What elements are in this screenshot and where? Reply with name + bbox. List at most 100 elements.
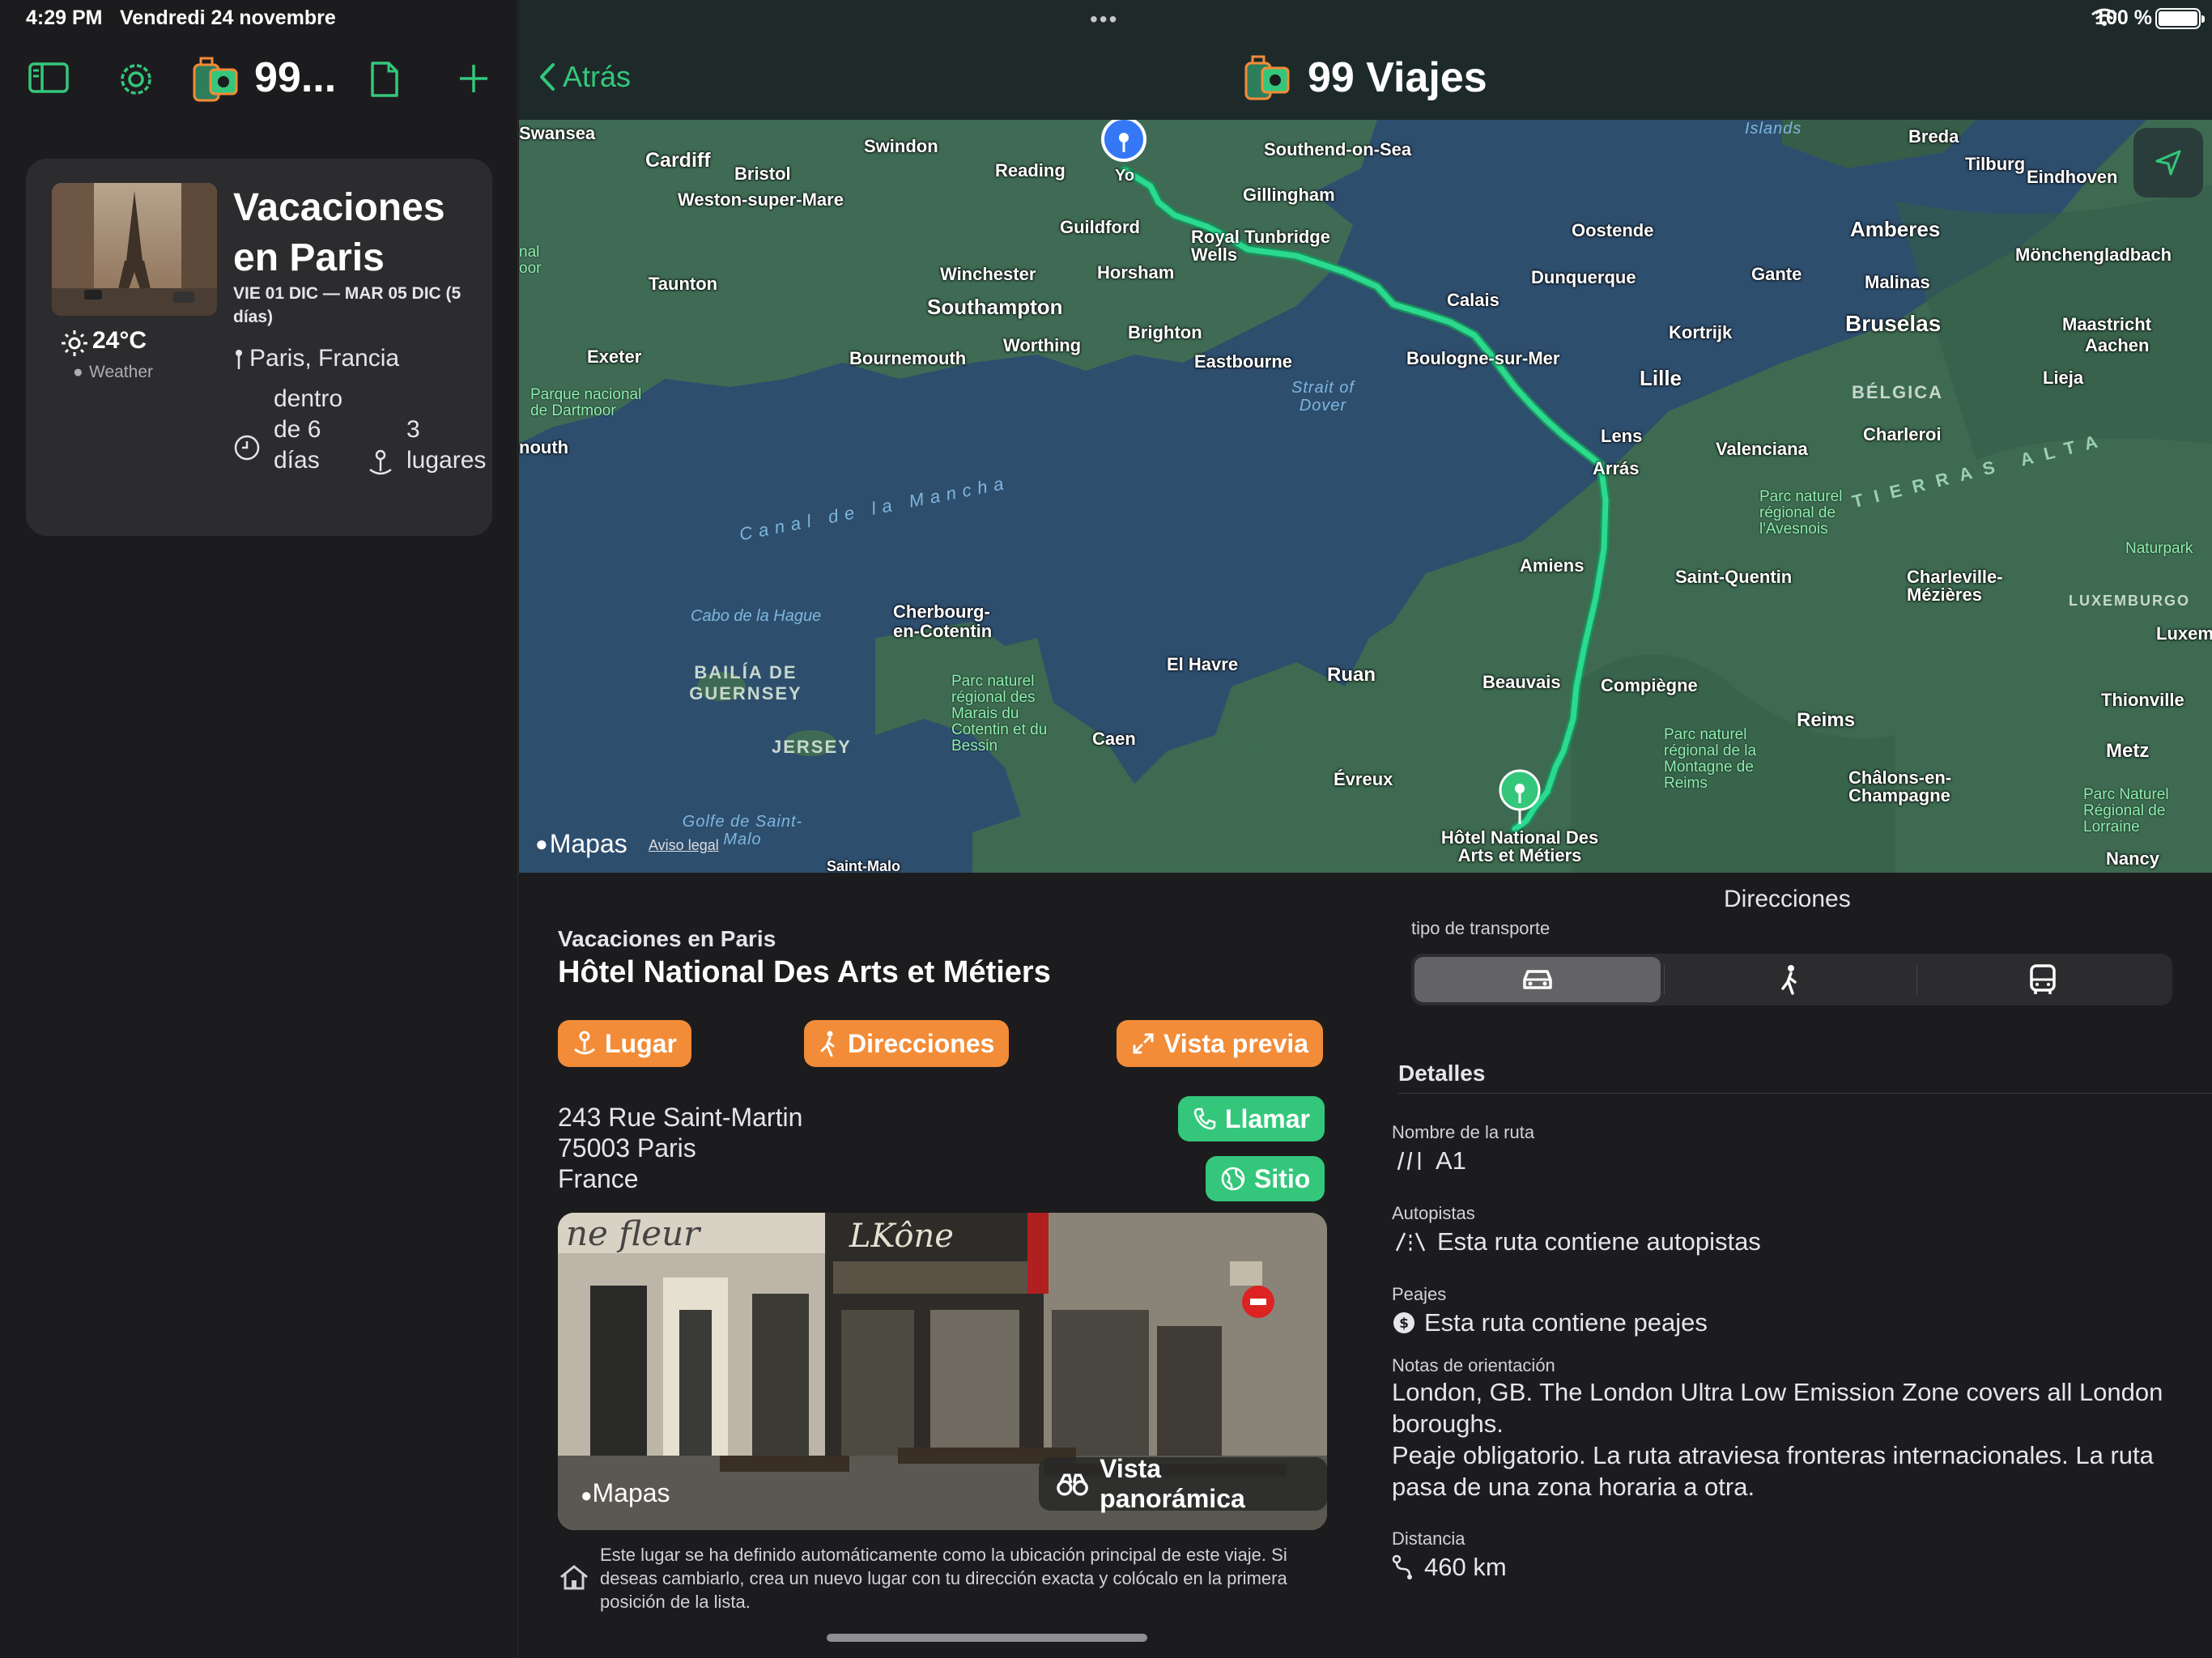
- map-city-label: Évreux: [1334, 769, 1393, 789]
- map-city-label: Cardiff: [645, 149, 711, 172]
- multitasking-dots[interactable]: •••: [1090, 6, 1118, 32]
- map-city-label: Swansea: [519, 123, 596, 143]
- place-button-label: Lugar: [605, 1028, 677, 1058]
- map-city-label: Charleroi: [1863, 424, 1942, 444]
- map-city-label: Southampton: [927, 295, 1063, 319]
- map-city-label: Kortrijk: [1669, 322, 1733, 342]
- highways-label: Autopistas: [1392, 1203, 1475, 1223]
- globe-icon: [1221, 1167, 1245, 1191]
- document-icon[interactable]: [366, 60, 408, 99]
- map-city-label: Ruan: [1327, 664, 1376, 686]
- route-map[interactable]: Swansea Cardiff Bristol Swindon Weston-s…: [519, 120, 2212, 873]
- map-start-pin-label[interactable]: Yo: [1115, 167, 1134, 185]
- map-park-label: Parque nacional de Dartmoor: [530, 386, 642, 419]
- transport-walk-segment[interactable]: [1667, 957, 1913, 1002]
- trip-location: Paris, Francia: [249, 345, 400, 372]
- weather-source: Weather: [89, 363, 153, 381]
- address-line-1: 243 Rue Saint-Martin: [558, 1103, 803, 1132]
- map-city-label: Compiègne: [1601, 675, 1698, 695]
- road-icon: [1397, 1151, 1421, 1171]
- map-park-label: Naturpark: [2125, 540, 2193, 557]
- sidebar: 4:29 PM Vendredi 24 novembre 99... Vacac…: [0, 0, 518, 1658]
- call-button[interactable]: Llamar: [1178, 1096, 1325, 1141]
- map-city-label: Mönchengladbach: [2015, 244, 2172, 265]
- highways-value: Esta ruta contiene autopistas: [1437, 1227, 1761, 1256]
- map-park-label: Parc Naturel Régional de Lorraine: [2083, 786, 2169, 835]
- map-city-label: Lille: [1640, 366, 1682, 390]
- apple-logo-icon: ●: [73, 363, 83, 381]
- sun-icon: [60, 329, 89, 358]
- map-city-label: Lens: [1601, 426, 1643, 446]
- route-distance-icon: [1392, 1554, 1412, 1579]
- map-city-label: Guildford: [1060, 217, 1140, 237]
- map-city-label: Saint-Malo: [827, 858, 901, 873]
- call-button-label: Llamar: [1225, 1103, 1310, 1133]
- map-city-label: Valenciana: [1716, 439, 1808, 459]
- map-city-label: El Havre: [1167, 654, 1239, 674]
- map-city-label: Amiens: [1520, 555, 1585, 576]
- map-city-label: Lieja: [2043, 368, 2084, 388]
- map-city-label: Taunton: [649, 274, 718, 294]
- preview-button[interactable]: Vista previa: [1117, 1020, 1324, 1067]
- trip-duration: dentro de 6 días: [274, 385, 343, 474]
- back-button[interactable]: Atrás: [538, 60, 631, 94]
- trip-places: 3 lugares: [406, 416, 487, 474]
- map-city-label: Caen: [1092, 729, 1136, 749]
- map-city-label: Gante: [1751, 264, 1802, 284]
- svg-text:$: $: [1399, 1316, 1409, 1332]
- battery-icon: [2155, 8, 2205, 29]
- map-city-label: Luxemb: [2156, 623, 2212, 644]
- address-line-3: France: [558, 1164, 639, 1193]
- map-city-label: Exeter: [587, 346, 642, 367]
- map-city-label: Nancy: [2106, 848, 2160, 869]
- website-button-label: Sitio: [1254, 1163, 1311, 1193]
- map-city-label: Malinas: [1865, 272, 1930, 292]
- panorama-label: Vista panorámica: [1100, 1454, 1245, 1513]
- tolls-row: $ Esta ruta contiene peajes: [1392, 1308, 1708, 1337]
- map-city-label: Beauvais: [1482, 672, 1561, 692]
- settings-gear-icon[interactable]: [117, 60, 159, 99]
- map-city-label: Gillingham: [1243, 185, 1335, 205]
- transport-car-segment[interactable]: [1414, 957, 1661, 1002]
- add-trip-plus-icon[interactable]: [455, 60, 497, 99]
- address-line-2: 75003 Paris: [558, 1133, 696, 1163]
- sidebar-app-title[interactable]: 99...: [254, 53, 336, 102]
- website-button[interactable]: Sitio: [1206, 1156, 1325, 1201]
- map-city-label: Thionville: [2101, 690, 2184, 710]
- locate-me-button[interactable]: [2133, 128, 2203, 198]
- map-park-label: Parc naturel régional de la Montagne de …: [1664, 726, 1757, 792]
- trip-card[interactable]: Vacaciones en Paris VIE 01 DIC — MAR 05 …: [26, 159, 492, 536]
- panorama-button[interactable]: Vista panorámica: [1039, 1454, 1327, 1513]
- home-indicator[interactable]: [827, 1634, 1147, 1642]
- clock-icon: [233, 434, 261, 461]
- binoculars-icon: [1057, 1473, 1088, 1496]
- street-view-photo[interactable]: ne fleur LKône ●Mapas Vista panorámica: [558, 1213, 1327, 1530]
- route-name-value: A1: [1436, 1146, 1466, 1175]
- directions-button[interactable]: Direcciones: [804, 1020, 1010, 1067]
- back-label: Atrás: [563, 60, 632, 93]
- notes-value: London, GB. The London Ultra Low Emissio…: [1392, 1378, 2163, 1501]
- home-location-icon: [558, 1562, 590, 1592]
- place-trip-name: Vacaciones en Paris: [558, 926, 776, 951]
- sidebar-toggle-icon[interactable]: [28, 60, 70, 99]
- main-panel: ••• 100 % Atrás 99 Viajes Swansea Cardif…: [519, 0, 2212, 1658]
- map-city-label: Reims: [1797, 709, 1856, 731]
- map-city-label: Bristol: [734, 164, 791, 184]
- location-arrow-icon: [2155, 150, 2181, 176]
- location-pin-icon: [233, 348, 245, 372]
- place-button[interactable]: Lugar: [558, 1020, 691, 1067]
- route-name-label: Nombre de la ruta: [1392, 1122, 1535, 1142]
- map-region-label: LUXEMBURGO: [2069, 593, 2190, 609]
- svg-text:LKône: LKône: [849, 1218, 954, 1255]
- place-name: Hôtel National Des Arts et Métiers: [558, 955, 1051, 989]
- map-city-label: Worthing: [1003, 335, 1082, 355]
- place-pin-icon: [366, 449, 395, 478]
- transport-bus-segment[interactable]: [1920, 957, 2166, 1002]
- map-destination-pin-label[interactable]: Hôtel National Des Arts et Métiers: [1439, 829, 1601, 865]
- dollar-coin-icon: $: [1393, 1312, 1414, 1333]
- map-city-label: Tilburg: [1965, 154, 2026, 174]
- tolls-value: Esta ruta contiene peajes: [1424, 1308, 1708, 1337]
- map-park-label: Parc naturel régional des Marais du Cote…: [951, 673, 1048, 755]
- legal-link[interactable]: Aviso legal: [649, 837, 719, 854]
- maps-watermark: ●Mapas: [535, 829, 627, 858]
